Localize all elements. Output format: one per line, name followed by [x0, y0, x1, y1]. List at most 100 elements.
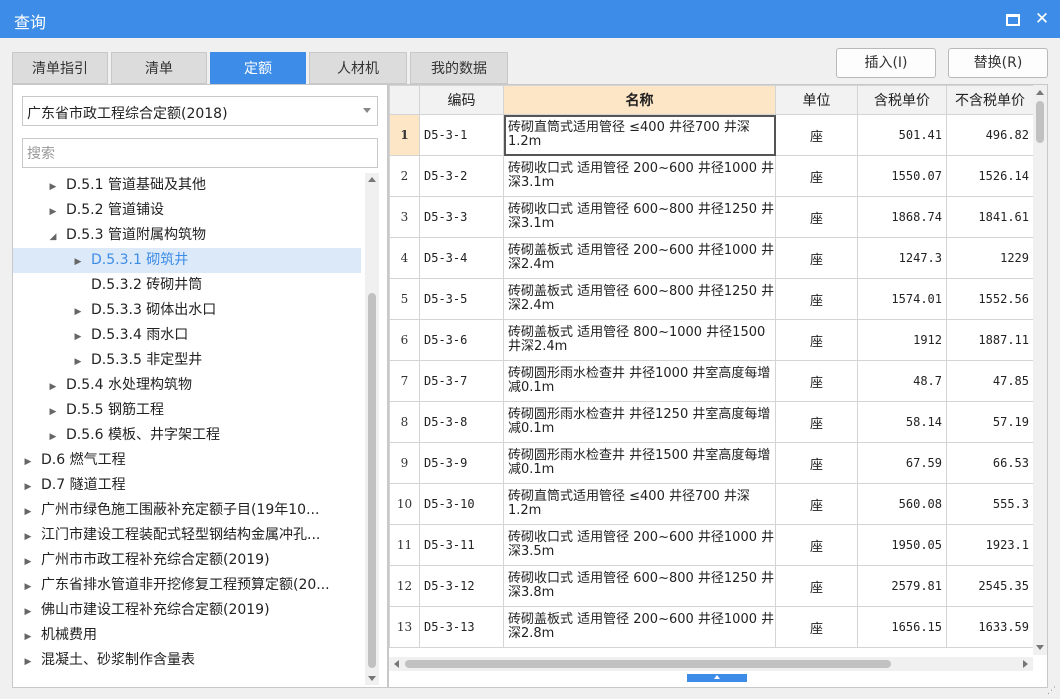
scroll-thumb[interactable]: [368, 293, 376, 668]
header-notax-price[interactable]: 不含税单价: [946, 85, 1034, 115]
cell-code[interactable]: D5-3-5: [419, 278, 504, 320]
cell-unit[interactable]: 座: [775, 114, 858, 156]
scroll-down-icon[interactable]: [1036, 645, 1044, 650]
cell-tax-price[interactable]: 501.41: [857, 114, 947, 156]
maximize-icon[interactable]: [1002, 9, 1022, 29]
collapsed-arrow-icon[interactable]: ▶: [71, 300, 85, 325]
tree-node[interactable]: ▶ D.5.5 钢筋工程: [13, 398, 361, 423]
row-index[interactable]: 2: [389, 155, 420, 197]
cell-unit[interactable]: 座: [775, 565, 858, 607]
cell-name[interactable]: 砖砌圆形雨水检查井 井径1500 井室高度每增减0.1m: [503, 442, 776, 484]
tab-list[interactable]: 清单: [111, 52, 207, 84]
collapsed-arrow-icon[interactable]: ▶: [46, 375, 60, 400]
table-row[interactable]: 3 D5-3-3 砖砌收口式 适用管径 600~800 井径1250 井深3.1m 座…: [389, 196, 1034, 238]
collapsed-arrow-icon[interactable]: ▶: [46, 400, 60, 425]
row-index[interactable]: 7: [389, 360, 420, 402]
cell-name[interactable]: 砖砌圆形雨水检查井 井径1250 井室高度每增减0.1m: [503, 401, 776, 443]
tab-list-guide[interactable]: 清单指引: [12, 52, 108, 84]
cell-tax-price[interactable]: 1912: [857, 319, 947, 361]
tree-node[interactable]: ▶ D.7 隧道工程: [13, 473, 361, 498]
cell-notax-price[interactable]: 555.3: [946, 483, 1034, 525]
collapsed-arrow-icon[interactable]: ▶: [21, 600, 35, 625]
row-index[interactable]: 9: [389, 442, 420, 484]
header-tax-price[interactable]: 含税单价: [857, 85, 947, 115]
table-row[interactable]: 8 D5-3-8 砖砌圆形雨水检查井 井径1250 井室高度每增减0.1m 座 58.1…: [389, 401, 1034, 443]
table-row[interactable]: 12 D5-3-12 砖砌收口式 适用管径 600~800 井径1250 井深3.8…: [389, 565, 1034, 607]
collapsed-arrow-icon[interactable]: ▶: [21, 450, 35, 475]
collapsed-arrow-icon[interactable]: ▶: [21, 550, 35, 575]
cell-name[interactable]: 砖砌盖板式 适用管径 200~600 井径1000 井深2.8m: [503, 606, 776, 648]
cell-code[interactable]: D5-3-7: [419, 360, 504, 402]
cell-notax-price[interactable]: 47.85: [946, 360, 1034, 402]
tree-node[interactable]: ▶ 广州市市政工程补充综合定额(2019): [13, 548, 361, 573]
header-name[interactable]: 名称: [503, 85, 776, 115]
row-index[interactable]: 5: [389, 278, 420, 320]
tree-node[interactable]: ▶ 机械费用: [13, 623, 361, 648]
table-row[interactable]: 10 D5-3-10 砖砌直筒式适用管径 ≤400 井径700 井深1.2m 座 560…: [389, 483, 1034, 525]
collapsed-arrow-icon[interactable]: ▶: [21, 525, 35, 550]
row-index[interactable]: 6: [389, 319, 420, 361]
table-row[interactable]: 4 D5-3-4 砖砌盖板式 适用管径 200~600 井径1000 井深2.4m 座…: [389, 237, 1034, 279]
cell-notax-price[interactable]: 1526.14: [946, 155, 1034, 197]
collapsed-arrow-icon[interactable]: ▶: [71, 350, 85, 375]
cell-notax-price[interactable]: 1229: [946, 237, 1034, 279]
cell-unit[interactable]: 座: [775, 606, 858, 648]
table-row[interactable]: 13 D5-3-13 砖砌盖板式 适用管径 200~600 井径1000 井深2.8…: [389, 606, 1034, 648]
cell-name[interactable]: 砖砌盖板式 适用管径 200~600 井径1000 井深2.4m: [503, 237, 776, 279]
tab-quota[interactable]: 定额: [210, 52, 306, 84]
tree-node[interactable]: ▶ 混凝土、砂浆制作含量表: [13, 648, 361, 673]
scroll-up-icon[interactable]: [368, 177, 376, 182]
tree-node[interactable]: ▶ D.5.1 管道基础及其他: [13, 173, 361, 198]
tree-node[interactable]: ▶ D.5.2 管道铺设: [13, 198, 361, 223]
collapsed-arrow-icon[interactable]: ▶: [46, 425, 60, 450]
tree-node[interactable]: ▶ D.5.4 水处理构筑物: [13, 373, 361, 398]
grid-horizontal-scrollbar[interactable]: [389, 657, 1033, 671]
cell-notax-price[interactable]: 1923.1: [946, 524, 1034, 566]
cell-tax-price[interactable]: 1950.05: [857, 524, 947, 566]
scroll-thumb[interactable]: [1036, 101, 1044, 143]
table-row[interactable]: 1 D5-3-1 砖砌直筒式适用管径 ≤400 井径700 井深1.2m 座 501.4…: [389, 114, 1034, 156]
cell-name[interactable]: 砖砌直筒式适用管径 ≤400 井径700 井深1.2m: [503, 483, 776, 525]
cell-name[interactable]: 砖砌收口式 适用管径 200~600 井径1000 井深3.5m: [503, 524, 776, 566]
tree-node[interactable]: ▶ D.5.3.3 砌体出水口: [13, 298, 361, 323]
row-index[interactable]: 13: [389, 606, 420, 648]
cell-code[interactable]: D5-3-1: [419, 114, 504, 156]
cell-tax-price[interactable]: 58.14: [857, 401, 947, 443]
search-input[interactable]: [22, 138, 378, 168]
cell-notax-price[interactable]: 66.53: [946, 442, 1034, 484]
cell-tax-price[interactable]: 67.59: [857, 442, 947, 484]
header-code[interactable]: 编码: [419, 85, 504, 115]
tree-node[interactable]: D.5.3.2 砖砌井筒: [13, 273, 361, 298]
cell-name[interactable]: 砖砌收口式 适用管径 200~600 井径1000 井深3.1m: [503, 155, 776, 197]
collapsed-arrow-icon[interactable]: ▶: [21, 575, 35, 600]
cell-unit[interactable]: 座: [775, 483, 858, 525]
scroll-right-icon[interactable]: [1023, 660, 1028, 668]
collapsed-arrow-icon[interactable]: ▶: [46, 175, 60, 200]
row-index[interactable]: 3: [389, 196, 420, 238]
cell-unit[interactable]: 座: [775, 237, 858, 279]
cell-notax-price[interactable]: 1887.11: [946, 319, 1034, 361]
collapsed-arrow-icon[interactable]: ▶: [21, 625, 35, 650]
cell-name[interactable]: 砖砌收口式 适用管径 600~800 井径1250 井深3.1m: [503, 196, 776, 238]
row-index[interactable]: 8: [389, 401, 420, 443]
collapsed-arrow-icon[interactable]: ▶: [46, 200, 60, 225]
cell-unit[interactable]: 座: [775, 360, 858, 402]
tree-node[interactable]: ▶ D.5.3.4 雨水口: [13, 323, 361, 348]
cell-code[interactable]: D5-3-3: [419, 196, 504, 238]
scroll-left-icon[interactable]: [394, 660, 399, 668]
tree-node[interactable]: ▶ 广东省排水管道非开挖修复工程预算定额(20...: [13, 573, 361, 598]
table-row[interactable]: 9 D5-3-9 砖砌圆形雨水检查井 井径1500 井室高度每增减0.1m 座 67.5…: [389, 442, 1034, 484]
scroll-up-icon[interactable]: [1036, 90, 1044, 95]
cell-tax-price[interactable]: 1574.01: [857, 278, 947, 320]
cell-tax-price[interactable]: 1550.07: [857, 155, 947, 197]
cell-code[interactable]: D5-3-8: [419, 401, 504, 443]
cell-name[interactable]: 砖砌盖板式 适用管径 800~1000 井径1500 井深2.4m: [503, 319, 776, 361]
tree-node[interactable]: ▶ D.5.6 模板、井字架工程: [13, 423, 361, 448]
grid-vertical-scrollbar[interactable]: [1033, 85, 1047, 655]
cell-code[interactable]: D5-3-9: [419, 442, 504, 484]
tab-labor-material-machine[interactable]: 人材机: [309, 52, 407, 84]
table-row[interactable]: 5 D5-3-5 砖砌盖板式 适用管径 600~800 井径1250 井深2.4m 座…: [389, 278, 1034, 320]
insert-button[interactable]: 插入(I): [836, 48, 936, 78]
row-index[interactable]: 4: [389, 237, 420, 279]
row-index[interactable]: 10: [389, 483, 420, 525]
